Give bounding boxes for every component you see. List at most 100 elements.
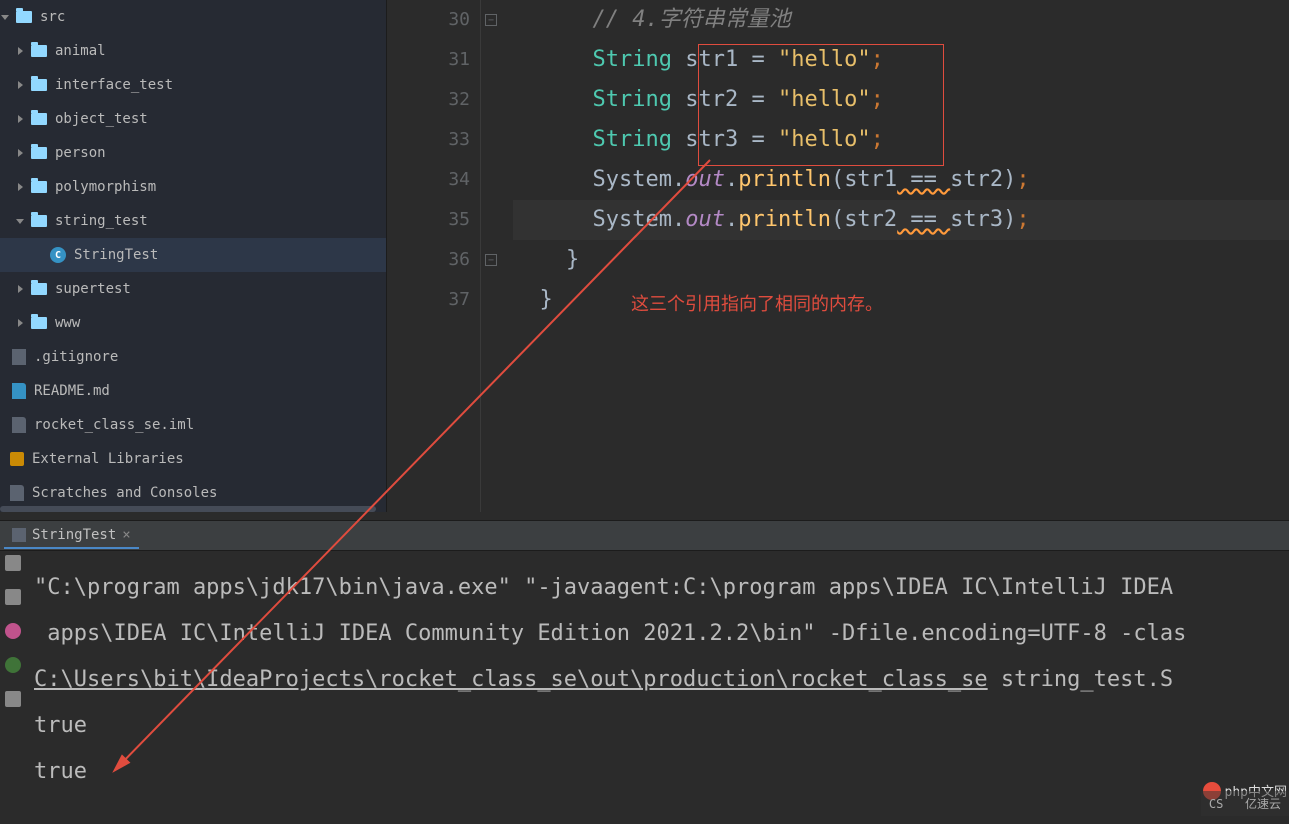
arrow-right-icon[interactable] — [15, 114, 25, 124]
tree-item-animal[interactable]: animal — [0, 34, 386, 68]
code-indent — [513, 47, 592, 72]
semicolon: ; — [871, 127, 884, 152]
tree-item-src[interactable]: src — [0, 0, 386, 34]
tree-item-external-libraries[interactable]: External Libraries — [0, 442, 386, 476]
variable: str1 — [844, 167, 897, 192]
run-tool-window[interactable]: StringTest × "C:\program apps\jdk17\bin\… — [0, 520, 1289, 824]
method-call: println — [738, 167, 831, 192]
sidebar-scrollbar[interactable] — [0, 506, 376, 512]
rerun-icon[interactable] — [5, 555, 21, 571]
tree-item-label: .gitignore — [34, 349, 118, 365]
line-number: 37 — [387, 280, 470, 320]
fold-marker-icon[interactable]: − — [485, 14, 497, 26]
exit-icon[interactable] — [5, 623, 21, 639]
folder-icon — [31, 45, 47, 57]
folder-icon — [31, 181, 47, 193]
tree-item-scratches-and-consoles[interactable]: Scratches and Consoles — [0, 476, 386, 510]
tree-item--gitignore[interactable]: .gitignore — [0, 340, 386, 374]
tree-item-label: supertest — [55, 281, 131, 297]
arrow-right-icon[interactable] — [15, 318, 25, 328]
settings-icon[interactable] — [5, 691, 21, 707]
class-ref: System — [592, 207, 671, 232]
code-indent — [513, 127, 592, 152]
arrow-right-icon[interactable] — [15, 182, 25, 192]
dot: . — [725, 167, 738, 192]
tree-item-polymorphism[interactable]: polymorphism — [0, 170, 386, 204]
operator: = — [738, 87, 778, 112]
watermark-cs: CS — [1209, 797, 1223, 811]
type-keyword: String — [592, 47, 671, 72]
code-indent — [513, 207, 592, 232]
run-tab-bar: StringTest × — [0, 521, 1289, 551]
console-output-true2: true — [34, 759, 87, 784]
tree-item-www[interactable]: www — [0, 306, 386, 340]
type-keyword: String — [592, 127, 671, 152]
watermark-yisu-text: 亿速云 — [1245, 797, 1281, 811]
semicolon: ; — [1016, 167, 1029, 192]
tree-item-stringtest[interactable]: CStringTest — [0, 238, 386, 272]
folder-icon — [16, 11, 32, 23]
tree-item-readme-md[interactable]: README.md — [0, 374, 386, 408]
string-literal: "hello" — [778, 47, 871, 72]
line-number: 36 — [387, 240, 470, 280]
tree-item-supertest[interactable]: supertest — [0, 272, 386, 306]
semicolon: ; — [871, 87, 884, 112]
arrow-right-icon[interactable] — [15, 80, 25, 90]
console-path-link[interactable]: C:\Users\bit\IdeaProjects\rocket_class_s… — [34, 667, 988, 692]
console-line: string_test.S — [988, 667, 1173, 692]
code-indent — [513, 7, 592, 32]
markdown-file-icon — [12, 383, 26, 399]
libraries-icon — [10, 452, 24, 466]
code-area[interactable]: // 4.字符串常量池 String str1 = "hello"; Strin… — [503, 0, 1289, 512]
variable: str2 — [685, 87, 738, 112]
close-brace: } — [566, 247, 579, 272]
code-editor[interactable]: 30 31 32 33 34 35 36 37 − − // 4.字符串常量池 … — [386, 0, 1289, 512]
tree-item-string_test[interactable]: string_test — [0, 204, 386, 238]
line-gutter: 30 31 32 33 34 35 36 37 — [387, 0, 481, 512]
run-tab-label: StringTest — [32, 527, 116, 543]
method-call: println — [738, 207, 831, 232]
console-line: "C:\program apps\jdk17\bin\java.exe" "-j… — [34, 575, 1173, 600]
close-brace: } — [540, 287, 553, 312]
comment-text: // 4.字符串常量池 — [592, 7, 790, 32]
code-indent — [513, 87, 592, 112]
tree-item-label: animal — [55, 43, 106, 59]
arrow-right-icon[interactable] — [15, 284, 25, 294]
step-icon[interactable] — [5, 589, 21, 605]
variable: str2 — [844, 207, 897, 232]
arrow-down-icon[interactable] — [15, 216, 25, 226]
project-tree[interactable]: src animal interface_test object_testperson… — [0, 0, 386, 512]
close-tab-icon[interactable]: × — [122, 527, 130, 543]
tree-item-label: interface_test — [55, 77, 173, 93]
arrow-right-icon[interactable] — [15, 46, 25, 56]
tree-item-interface_test[interactable]: interface_test — [0, 68, 386, 102]
code-indent — [513, 167, 592, 192]
tree-item-label: string_test — [55, 213, 148, 229]
console-output[interactable]: "C:\program apps\jdk17\bin\java.exe" "-j… — [0, 551, 1289, 805]
tree-item-label: Scratches and Consoles — [32, 485, 217, 501]
tree-item-label: src — [40, 9, 65, 25]
run-tab[interactable]: StringTest × — [4, 523, 139, 549]
tree-item-rocket_class_se-iml[interactable]: rocket_class_se.iml — [0, 408, 386, 442]
dot: . — [725, 207, 738, 232]
operator: = — [738, 47, 778, 72]
tree-item-object_test[interactable]: object_test — [0, 102, 386, 136]
operator: = — [738, 127, 778, 152]
fold-marker-icon[interactable]: − — [485, 254, 497, 266]
folder-icon — [31, 283, 47, 295]
paren: ( — [831, 207, 844, 232]
tree-item-label: object_test — [55, 111, 148, 127]
eq-operator: == — [897, 207, 950, 232]
paren: ( — [831, 167, 844, 192]
arrow-right-icon[interactable] — [15, 148, 25, 158]
arrow-down-icon[interactable] — [0, 12, 10, 22]
gitignore-file-icon — [12, 349, 26, 365]
tree-item-label: polymorphism — [55, 179, 156, 195]
fold-column: − − — [481, 0, 503, 512]
console-output-true1: true — [34, 713, 87, 738]
tree-item-person[interactable]: person — [0, 136, 386, 170]
console-line: apps\IDEA IC\IntelliJ IDEA Community Edi… — [34, 621, 1186, 646]
resume-icon[interactable] — [5, 657, 21, 673]
variable: str2 — [950, 167, 1003, 192]
tree-item-label: person — [55, 145, 106, 161]
